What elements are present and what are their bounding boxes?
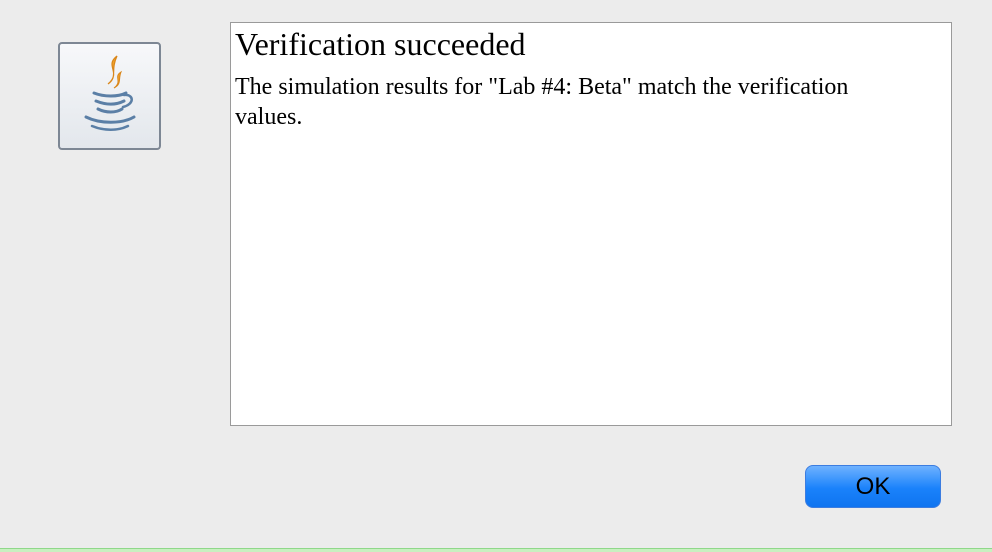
- window-bottom-edge: [0, 548, 992, 552]
- dialog-title: Verification succeeded: [235, 26, 526, 62]
- java-logo-graphic: [84, 55, 136, 131]
- message-text-area: Verification succeeded The simulation re…: [230, 22, 952, 426]
- java-coffee-cup-icon: [58, 42, 161, 150]
- dialog-message: The simulation results for "Lab #4: Beta…: [235, 74, 849, 130]
- ok-button[interactable]: OK: [805, 465, 941, 508]
- message-dialog: Verification succeeded The simulation re…: [0, 0, 992, 548]
